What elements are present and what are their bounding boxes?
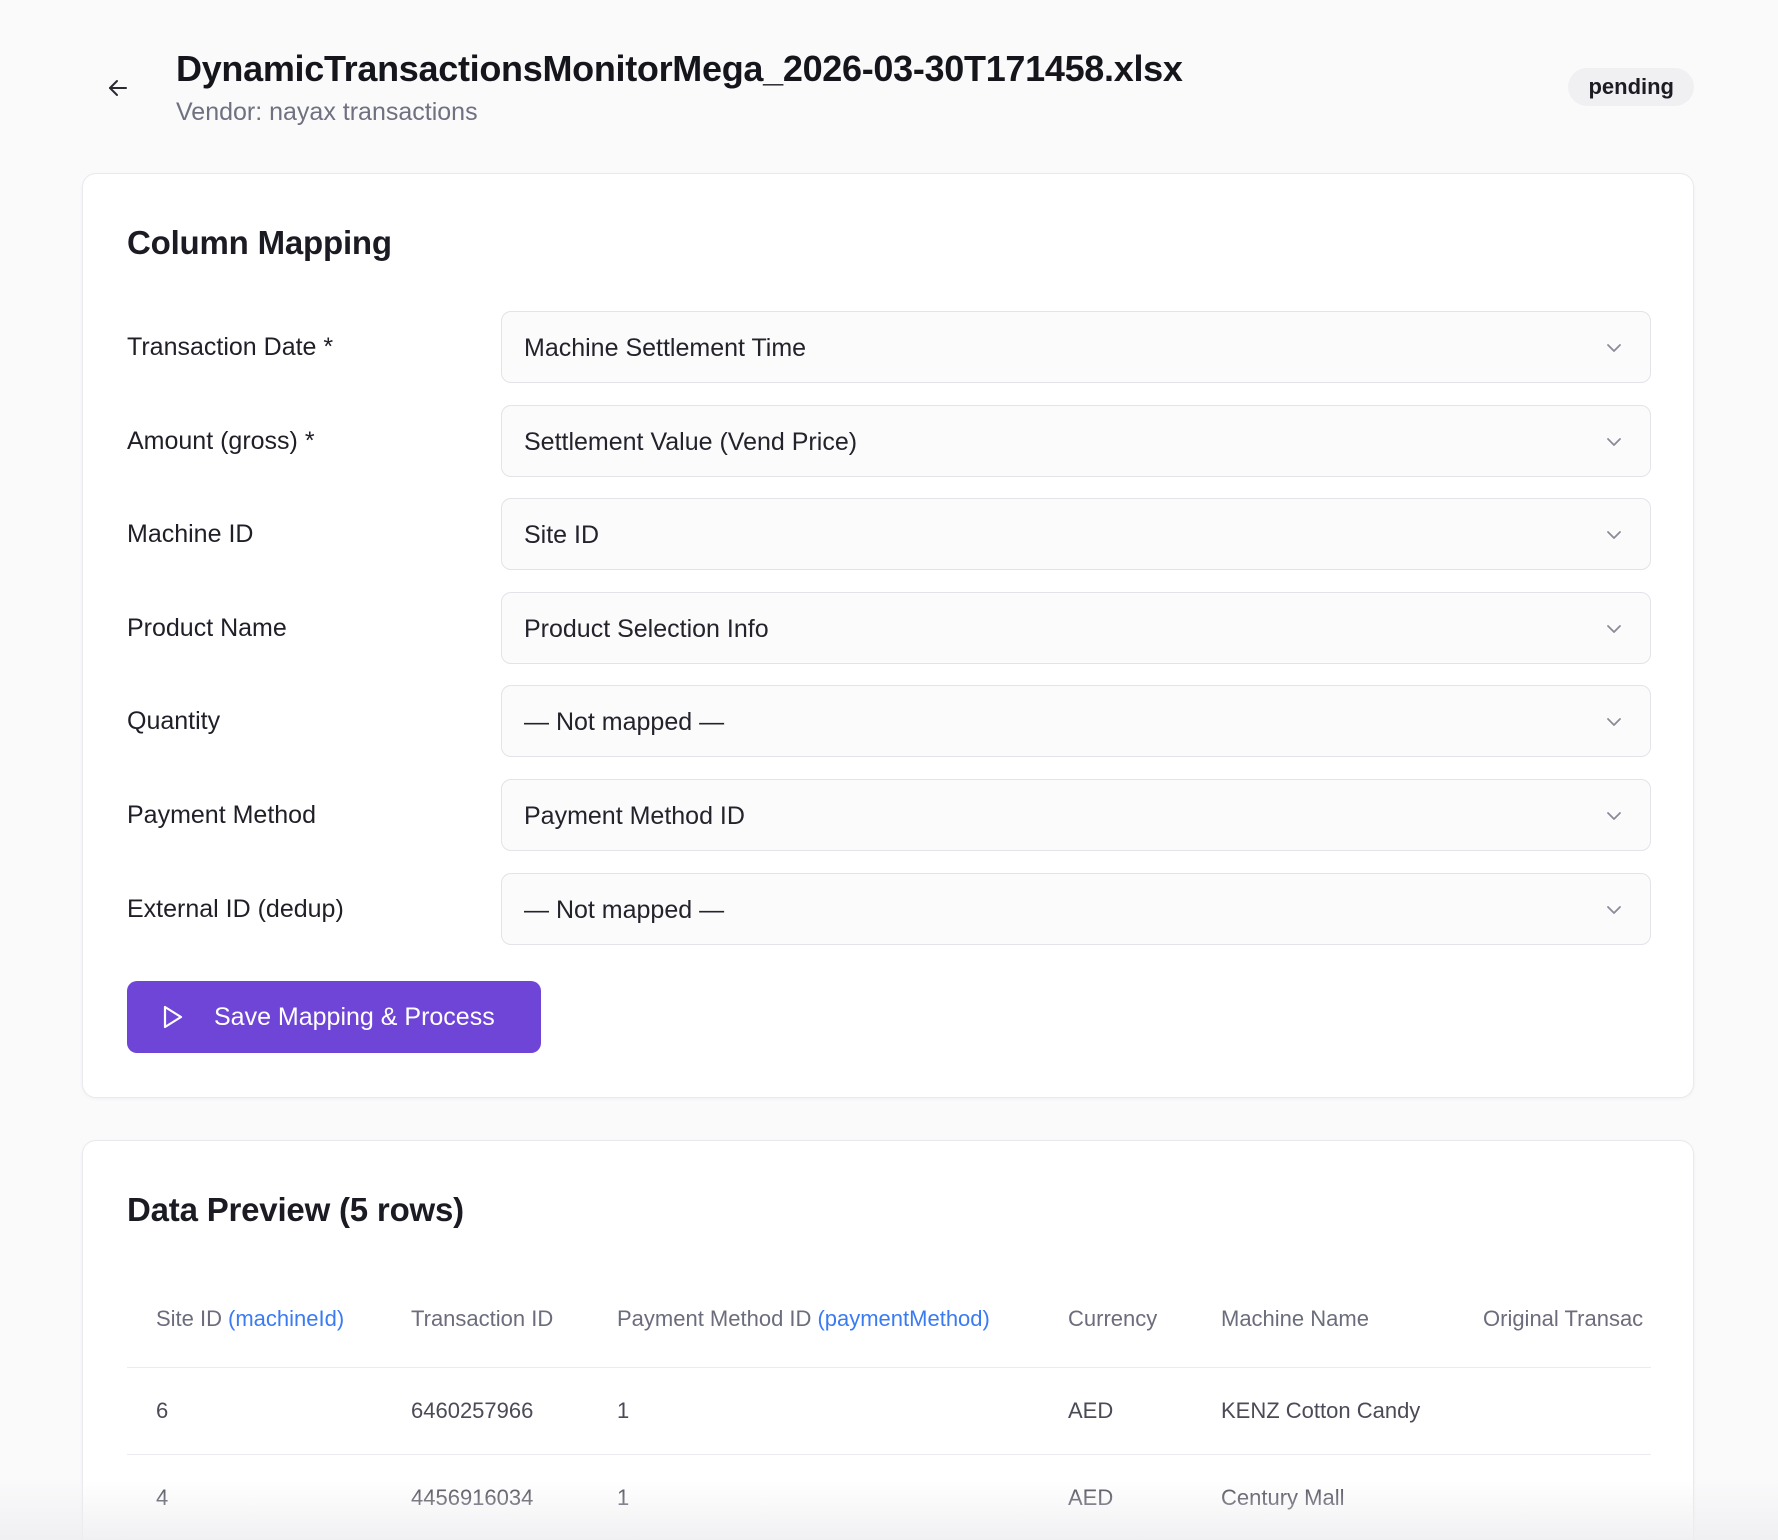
- column-name: Payment Method ID: [617, 1306, 812, 1331]
- payment-method-select[interactable]: Payment Method ID: [501, 779, 1651, 851]
- mapping-label: Quantity: [127, 707, 221, 735]
- table-cell: 1: [617, 1485, 630, 1510]
- mapping-row-product-name: Product Name Product Selection Info: [127, 592, 1651, 664]
- mapping-row-external-id: External ID (dedup) — Not mapped —: [127, 873, 1651, 945]
- table-cell: 6460257966: [411, 1398, 534, 1423]
- mapping-row-quantity: Quantity — Not mapped —: [127, 685, 1651, 757]
- column-name: Original Transac: [1483, 1306, 1644, 1331]
- table-cell: 1: [617, 1398, 630, 1423]
- column-mapping-card: Column Mapping Transaction Date * Machin…: [82, 173, 1694, 1098]
- table-cell: KENZ Cotton Candy: [1221, 1398, 1421, 1423]
- mapping-label: Payment Method: [127, 801, 316, 829]
- table-cell: 4: [156, 1485, 169, 1510]
- back-button[interactable]: [98, 68, 138, 108]
- column-mapping-title: Column Mapping: [127, 224, 392, 261]
- chevron-down-icon: [1607, 718, 1621, 726]
- column-header-transaction-id: Transaction ID: [411, 1271, 553, 1367]
- mapped-field-tag: (paymentMethod): [817, 1306, 990, 1331]
- play-icon: [163, 1005, 183, 1029]
- page-header: DynamicTransactionsMonitorMega_2026-03-3…: [0, 0, 1778, 150]
- column-header-original-transaction: Original Transac: [1483, 1271, 1643, 1367]
- mapping-label: Machine ID: [127, 520, 254, 548]
- chevron-down-icon: [1607, 812, 1621, 820]
- table-cell: Century Mall: [1221, 1485, 1345, 1510]
- save-mapping-button[interactable]: Save Mapping & Process: [127, 981, 541, 1053]
- product-name-select[interactable]: Product Selection Info: [501, 592, 1651, 664]
- chevron-down-icon: [1607, 906, 1621, 914]
- preview-table: Site ID (machineId) Transaction ID Paymen…: [127, 1271, 1651, 1540]
- select-value: Machine Settlement Time: [524, 334, 807, 362]
- mapping-row-amount-gross: Amount (gross) * Settlement Value (Vend …: [127, 405, 1651, 477]
- table-row: 6 6460257966 1 AED KENZ Cotton Candy: [127, 1368, 1651, 1455]
- table-cell: 6: [156, 1398, 169, 1423]
- chevron-down-icon: [1607, 531, 1621, 539]
- select-value: Product Selection Info: [524, 615, 769, 643]
- data-preview-title: Data Preview (5 rows): [127, 1191, 464, 1228]
- chevron-down-icon: [1607, 344, 1621, 352]
- quantity-select[interactable]: — Not mapped —: [501, 685, 1651, 757]
- select-value: — Not mapped —: [524, 708, 725, 736]
- status-badge: pending: [1568, 68, 1694, 106]
- table-header: Site ID (machineId) Transaction ID Paymen…: [127, 1271, 1651, 1368]
- mapping-label: Transaction Date *: [127, 333, 334, 361]
- table-cell: 4456916034: [411, 1485, 534, 1510]
- mapped-field-tag: (machineId): [228, 1306, 345, 1331]
- column-name: Transaction ID: [411, 1306, 554, 1331]
- data-preview-card: Data Preview (5 rows) Site ID (machineId)…: [82, 1140, 1694, 1540]
- column-header-currency: Currency: [1068, 1271, 1157, 1367]
- vendor-subtitle: Vendor: nayax transactions: [176, 98, 478, 126]
- mapping-label: Product Name: [127, 614, 287, 642]
- mapping-row-transaction-date: Transaction Date * Machine Settlement Ti…: [127, 311, 1651, 383]
- column-header-machine-name: Machine Name: [1221, 1271, 1369, 1367]
- chevron-down-icon: [1607, 438, 1621, 446]
- column-name: Machine Name: [1221, 1306, 1369, 1331]
- column-header-site-id: Site ID (machineId): [156, 1271, 344, 1367]
- mapping-label: External ID (dedup): [127, 895, 344, 923]
- mapping-label: Amount (gross) *: [127, 427, 315, 455]
- arrow-left-icon: [109, 80, 127, 96]
- table-cell: AED: [1068, 1485, 1114, 1510]
- table-row: 4 4456916034 1 AED Century Mall: [127, 1455, 1651, 1540]
- column-header-payment-method-id: Payment Method ID (paymentMethod): [617, 1271, 990, 1367]
- mapping-row-payment-method: Payment Method Payment Method ID: [127, 779, 1651, 851]
- page: DynamicTransactionsMonitorMega_2026-03-3…: [0, 0, 1778, 1540]
- select-value: Site ID: [524, 521, 600, 549]
- mapping-row-machine-id: Machine ID Site ID: [127, 498, 1651, 570]
- save-mapping-label: Save Mapping & Process: [214, 1003, 495, 1031]
- select-value: Payment Method ID: [524, 802, 745, 830]
- external-id-select[interactable]: — Not mapped —: [501, 873, 1651, 945]
- amount-gross-select[interactable]: Settlement Value (Vend Price): [501, 405, 1651, 477]
- select-value: Settlement Value (Vend Price): [524, 428, 858, 456]
- transaction-date-select[interactable]: Machine Settlement Time: [501, 311, 1651, 383]
- select-value: — Not mapped —: [524, 896, 725, 924]
- table-cell: AED: [1068, 1398, 1114, 1423]
- column-name: Currency: [1068, 1306, 1158, 1331]
- machine-id-select[interactable]: Site ID: [501, 498, 1651, 570]
- chevron-down-icon: [1607, 625, 1621, 633]
- page-title: DynamicTransactionsMonitorMega_2026-03-3…: [176, 48, 1183, 89]
- column-name: Site ID: [156, 1306, 223, 1331]
